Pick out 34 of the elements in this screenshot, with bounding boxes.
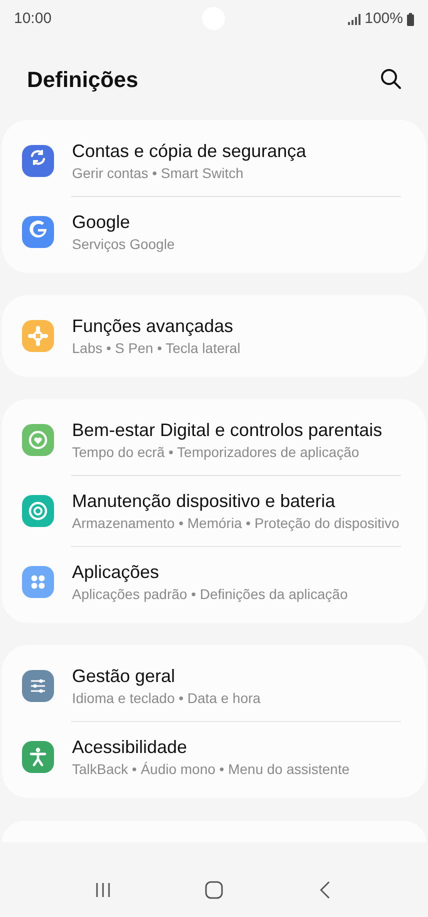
settings-item[interactable]: Contas e cópia de segurança Gerir contas • Smart Switch: [2, 126, 426, 196]
home-icon: [204, 880, 223, 898]
item-subtitle: TalkBack • Áudio mono • Menu do assistente: [72, 760, 350, 778]
item-title: Funções avançadas: [72, 315, 234, 338]
item-title: Contas e cópia de segurança: [72, 140, 306, 163]
item-subtitle: Gerir contas • Smart Switch: [72, 164, 244, 182]
item-subtitle: Armazenamento • Memória • Proteção do dispositivo: [72, 514, 400, 532]
item-title: Manutenção dispositivo e bateria: [72, 490, 336, 513]
settings-item[interactable]: Google Serviços Google: [2, 197, 426, 267]
settings-item[interactable]: Manutenção dispositivo e bateria Armazenamento • Memória • Proteção do dispositivo: [2, 476, 426, 546]
recent-apps-icon: [95, 882, 112, 898]
item-subtitle: Tempo do ecrã • Temporizadores de aplicação: [72, 443, 360, 461]
item-subtitle: Serviços Google: [72, 235, 175, 253]
settings-item[interactable]: Gestão geral Idioma e teclado • Data e hora: [2, 651, 426, 721]
item-subtitle: Idioma e teclado • Data e hora: [72, 689, 261, 707]
settings-item[interactable]: Aplicações Aplicações padrão • Definições da aplicação: [2, 547, 426, 617]
item-subtitle: Labs • S Pen • Tecla lateral: [72, 339, 240, 357]
settings-item[interactable]: Acessibilidade TalkBack • Áudio mono • Menu do assistente: [2, 722, 426, 792]
settings-item[interactable]: Funções avançadas Labs • S Pen • Tecla lateral: [2, 301, 426, 371]
settings-item[interactable]: Bem-estar Digital e controlos parentais Tempo do ecrã • Temporizadores de aplicação: [2, 405, 426, 475]
clock: 10:00: [14, 8, 52, 29]
battery-level: 100%: [364, 8, 403, 29]
item-subtitle: Aplicações padrão • Definições da aplicação: [72, 585, 348, 603]
page-title: Definições: [27, 66, 138, 94]
item-title: Aplicações: [72, 561, 160, 584]
item-title: Gestão geral: [72, 665, 176, 688]
signal-icon: [348, 14, 361, 24]
search-icon: [379, 67, 403, 91]
search-button[interactable]: [379, 67, 403, 91]
item-title: Bem-estar Digital e controlos parentais: [72, 419, 382, 442]
back-icon: [320, 880, 330, 898]
item-title: Acessibilidade: [72, 736, 188, 759]
battery-icon: [407, 12, 414, 26]
item-title: Google: [72, 211, 132, 234]
